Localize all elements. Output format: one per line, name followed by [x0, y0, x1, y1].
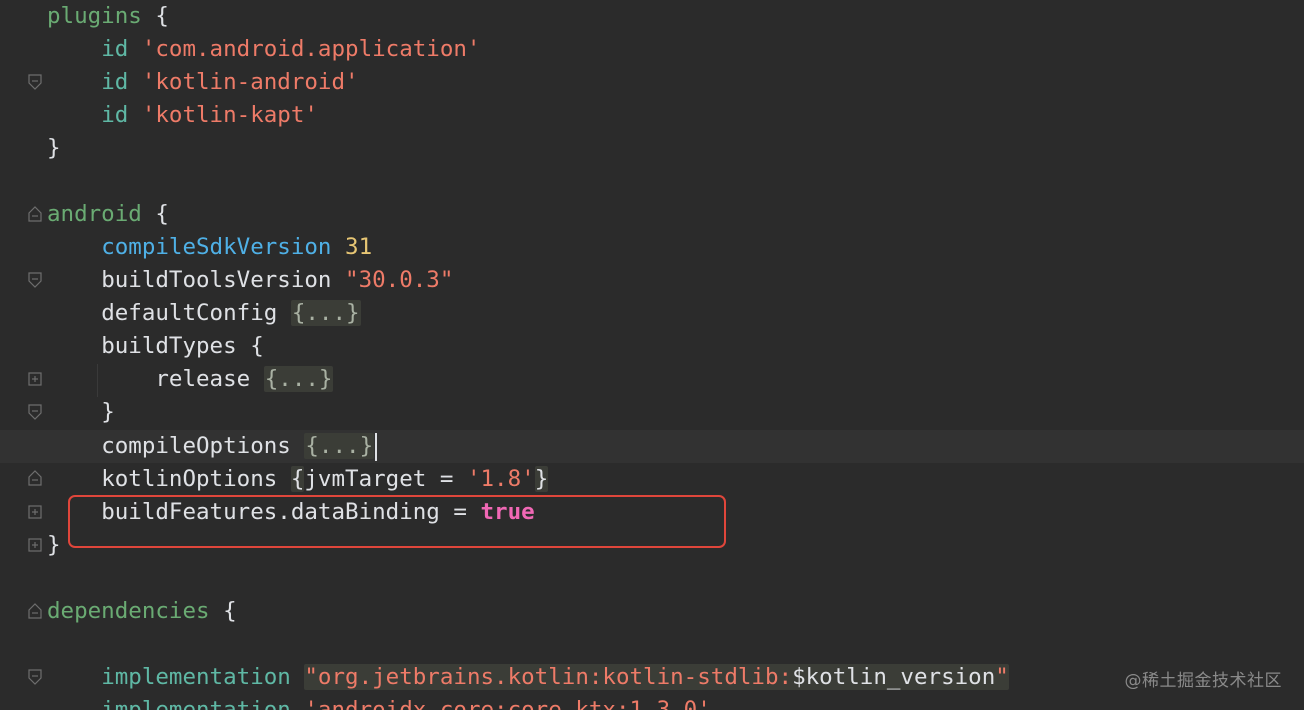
string-literal: 'androidx.core:core-ktx:1.3.0' [304, 697, 711, 710]
expand-icon[interactable] [28, 305, 42, 386]
property-name: buildTypes [101, 333, 237, 359]
expand-icon[interactable] [28, 371, 42, 452]
keyword-dependencies: dependencies [47, 598, 210, 624]
expand-icon[interactable] [28, 471, 42, 552]
close-brace: } [534, 466, 549, 492]
code-line[interactable]: plugins { [0, 0, 1304, 90]
property-name: release [155, 366, 251, 392]
watermark: @稀土掘金技术社区 [1124, 671, 1282, 691]
close-brace: } [47, 135, 61, 161]
expand-icon[interactable] [28, 438, 42, 519]
open-brace: { [155, 3, 169, 29]
property-name: kotlinOptions [101, 466, 278, 492]
open-brace: { [290, 466, 305, 492]
folded-block[interactable]: {...} [263, 366, 334, 392]
string-literal: 'kotlin-kapt' [141, 102, 318, 128]
code-line[interactable]: buildTypes { [0, 330, 1304, 420]
property-name: compileOptions [101, 433, 291, 459]
code-line[interactable]: id 'com.android.application' [0, 33, 1304, 66]
code-line[interactable]: kotlinOptions {jvmTarget = '1.8'} [0, 463, 1304, 552]
fold-end-icon[interactable] [28, 140, 42, 222]
code-line[interactable]: id 'kotlin-android' [0, 66, 1304, 99]
code-line[interactable]: } [0, 396, 1304, 486]
function-implementation: implementation [101, 664, 291, 690]
code-line[interactable]: implementation "org.jetbrains.kotlin:kot… [0, 661, 1304, 694]
assignment: jvmTarget = [304, 466, 467, 492]
code-line[interactable]: release {...} [0, 363, 1304, 452]
text-caret [375, 432, 378, 461]
string-literal: '1.8' [466, 466, 535, 492]
code-line[interactable]: dependencies { [0, 595, 1304, 685]
number-literal: 31 [345, 234, 373, 260]
code-line[interactable]: compileSdkVersion 31 [0, 231, 1304, 264]
keyword-android: android [47, 201, 142, 227]
highlight-annotation-box [68, 495, 726, 548]
code-line[interactable]: id 'kotlin-kapt' [0, 99, 1304, 132]
code-line[interactable]: } [0, 132, 1304, 222]
string-literal: 'com.android.application' [141, 36, 481, 62]
keyword-plugins: plugins [47, 3, 142, 29]
fold-toggle-icon[interactable] [28, 338, 42, 420]
code-line[interactable]: defaultConfig {...} [0, 297, 1304, 386]
close-brace: } [101, 399, 115, 425]
fold-toggle-icon[interactable] [28, 8, 42, 90]
function-implementation: implementation [101, 697, 291, 710]
code-line[interactable]: android { [0, 198, 1304, 288]
fold-toggle-icon[interactable] [28, 206, 42, 288]
function-id: id [101, 36, 129, 62]
code-line[interactable]: buildToolsVersion "30.0.3" [0, 264, 1304, 297]
folded-block[interactable]: {...} [290, 300, 361, 326]
function-id: id [101, 102, 129, 128]
open-brace: { [250, 333, 264, 359]
string-literal: "org.jetbrains.kotlin:kotlin-stdlib: [304, 664, 793, 690]
fold-end-icon[interactable] [28, 537, 42, 619]
string-literal: "30.0.3" [345, 267, 454, 293]
current-code-line[interactable]: compileOptions {...} [0, 430, 1304, 519]
fold-toggle-icon[interactable] [28, 603, 42, 685]
open-brace: { [223, 598, 237, 624]
template-variable: $kotlin_version [792, 664, 996, 690]
property-name: defaultConfig [101, 300, 278, 326]
property-name: compileSdkVersion [101, 234, 332, 260]
function-id: id [101, 69, 129, 95]
code-editor[interactable]: plugins { id 'com.android.application' i… [0, 0, 1304, 710]
string-quote: " [995, 664, 1009, 690]
close-brace: } [47, 532, 61, 558]
open-brace: { [155, 201, 169, 227]
string-literal: 'kotlin-android' [141, 69, 359, 95]
folded-block[interactable]: {...} [304, 433, 375, 459]
property-name: buildToolsVersion [101, 267, 332, 293]
fold-end-icon[interactable] [28, 404, 42, 486]
code-line[interactable]: implementation 'androidx.core:core-ktx:1… [0, 694, 1304, 710]
